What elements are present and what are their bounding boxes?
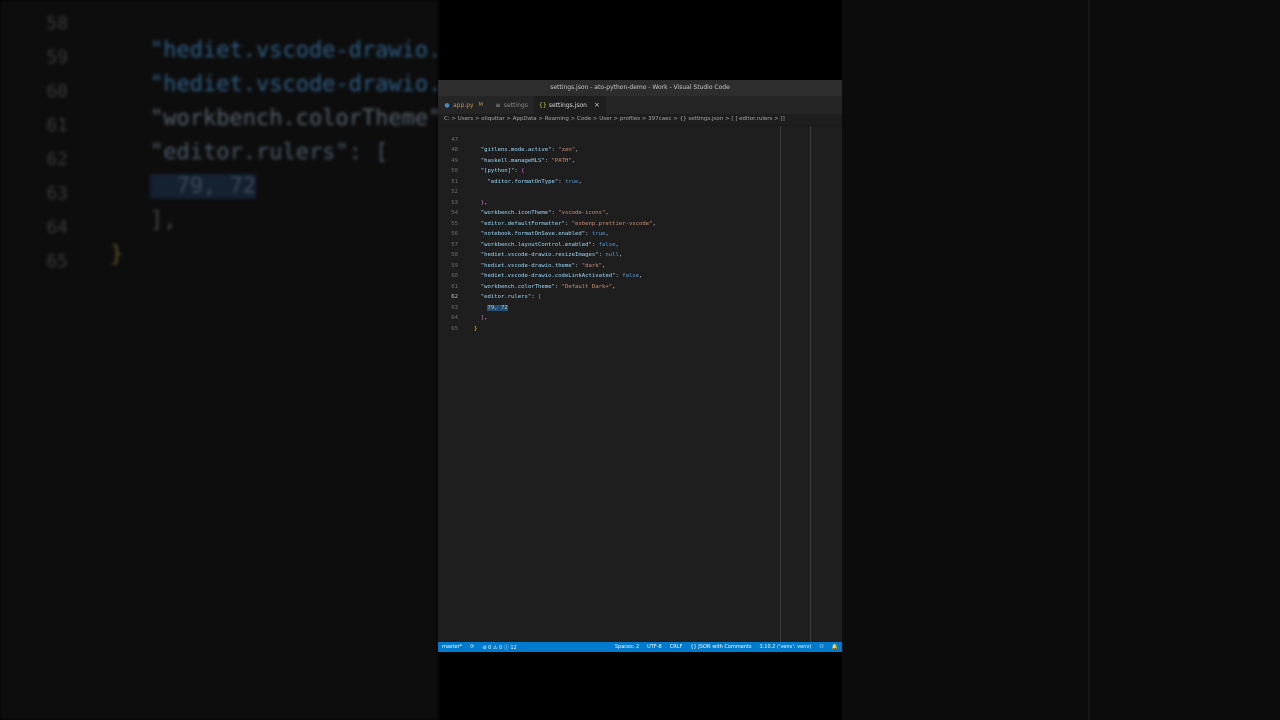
bg-code-line: 60 "workbench.colorTheme": [0, 56, 438, 131]
git-branch-status[interactable]: master*: [438, 644, 466, 650]
code-editor[interactable]: 47 "gitlens.mode.active": "zen", 48 "has…: [438, 126, 842, 646]
code-line: 51: [438, 166, 842, 185]
language-mode-status[interactable]: {} JSON with Comments: [686, 644, 755, 650]
python-interpreter-status[interactable]: 3.10.2 ('venv': venv): [756, 644, 816, 650]
code-line: 59 "hediet.vscode-drawio.codeLinkActivat…: [438, 250, 842, 280]
code-line: 53 "workbench.iconTheme": "vscode-icons"…: [438, 187, 842, 217]
background-zoom-panel: 58 "hediet.vscode-drawio. 59 "hediet.vsc…: [0, 0, 438, 720]
modified-indicator: M: [478, 102, 483, 108]
tab-label: settings: [503, 101, 528, 109]
code-line-current: 62 79, 72: [438, 282, 842, 311]
close-icon[interactable]: ×: [594, 101, 600, 109]
bg-line-number: 65: [46, 251, 68, 272]
status-bar: master* ⟳ ⊘ 0 ⚠ 0 ⓘ 12 Spaces: 2 UTF-8 C…: [438, 642, 842, 652]
code-line: 52 },: [438, 177, 842, 206]
tab-settings-json[interactable]: {} settings.json ×: [533, 96, 606, 114]
line-number: 65: [451, 325, 458, 332]
bg-code-line: 63 ],: [0, 158, 438, 233]
sync-icon[interactable]: ⟳: [466, 644, 478, 650]
code-line: 58 "hediet.vscode-drawio.theme": "dark",: [438, 240, 842, 269]
eol-status[interactable]: CRLF: [666, 644, 687, 650]
tab-app-py[interactable]: ● app.py M: [438, 96, 489, 114]
notifications-icon[interactable]: 🔔: [828, 644, 842, 650]
indent-status[interactable]: Spaces: 2: [611, 644, 643, 650]
tab-label: settings.json: [548, 101, 587, 109]
code-line: 49 "[python]": {: [438, 145, 842, 175]
background-right-panel: [842, 0, 1280, 720]
code-line: 64 }: [438, 303, 842, 332]
bg-code-line: 64 }: [0, 192, 438, 267]
tab-settings[interactable]: ≡ settings: [489, 96, 534, 114]
code-line: 50 "editor.formatOnType": true,: [438, 156, 842, 185]
json-braces-icon: {}: [539, 101, 547, 109]
encoding-status[interactable]: UTF-8: [643, 644, 666, 650]
code-line: 60 "workbench.colorTheme": "Default Dark…: [438, 261, 842, 290]
code-line: 56 "workbench.layoutControl.enabled": fa…: [438, 219, 842, 248]
tab-label: app.py: [453, 101, 474, 109]
bg-code-line: 62 79, 72: [0, 124, 438, 199]
code-line: 61 "editor.rulers": [: [438, 271, 842, 301]
code-line: 55 "notebook.formatOnSave.enabled": true…: [438, 208, 842, 238]
window-title: settings.json - ato-python-demo - Work -…: [438, 80, 842, 96]
code-line: 57 "hediet.vscode-drawio.resizeImages": …: [438, 229, 842, 259]
bg-code-line: 61 "editor.rulers": [: [0, 90, 438, 165]
code-line: 65: [438, 313, 842, 332]
accounts-icon[interactable]: ⚇: [815, 644, 827, 650]
bg-code-line: 65: [0, 226, 438, 272]
code-line: 48 "haskell.manageHLS": "PATH",: [438, 135, 842, 164]
settings-gear-icon: ≡: [495, 101, 501, 109]
problems-status[interactable]: ⊘ 0 ⚠ 0 ⓘ 12: [478, 644, 520, 651]
code-line: 54 "editor.defaultFormatter": "esbenp.pr…: [438, 198, 842, 227]
vscode-window: settings.json - ato-python-demo - Work -…: [438, 80, 842, 652]
background-divider: [1088, 0, 1090, 720]
editor-tab-bar: ● app.py M ≡ settings {} settings.json ×: [438, 96, 842, 114]
bg-code-line: 58 "hediet.vscode-drawio.: [0, 0, 438, 63]
bg-code-line: 59 "hediet.vscode-drawio.: [0, 22, 438, 97]
line-text: }: [474, 325, 478, 332]
code-line: 63 ],: [438, 292, 842, 322]
python-file-icon: ●: [444, 101, 450, 109]
code-line: 47 "gitlens.mode.active": "zen",: [438, 124, 842, 154]
